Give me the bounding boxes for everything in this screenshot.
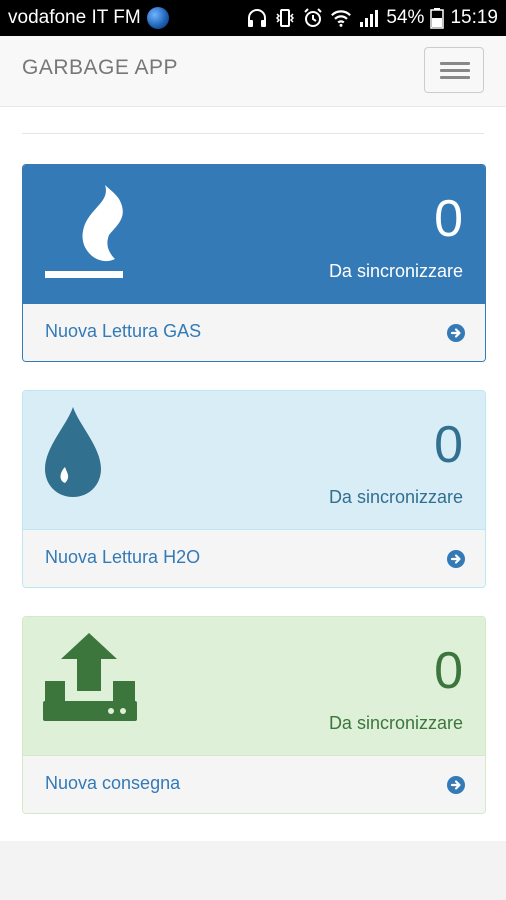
h2o-count: 0 [434, 416, 463, 474]
flame-icon [45, 185, 123, 278]
alarm-icon [304, 8, 323, 27]
arrow-circle-right-icon [447, 550, 465, 568]
gas-panel: 0 Da sincronizzare Nuova Lettura GAS [22, 164, 486, 362]
panel-heading: 0 Da sincronizzare [23, 391, 485, 529]
h2o-new-reading-link[interactable]: Nuova Lettura H2O [23, 529, 485, 587]
h2o-panel: 0 Da sincronizzare Nuova Lettura H2O [22, 390, 486, 588]
panel-heading: 0 Da sincronizzare [23, 617, 485, 755]
menu-toggle-button[interactable] [424, 47, 484, 93]
status-bar: vodafone IT FM 54% 15:19 [0, 0, 506, 36]
main-content: 0 Da sincronizzare Nuova Lettura GAS 0 D… [0, 107, 506, 841]
divider [22, 133, 484, 134]
arrow-circle-right-icon [447, 776, 465, 794]
gas-footer-label: Nuova Lettura GAS [45, 321, 202, 341]
page-bottom [0, 841, 506, 900]
app-brand[interactable]: GARBAGE APP [22, 56, 178, 80]
panel-heading: 0 Da sincronizzare [23, 165, 485, 303]
hamburger-icon [440, 62, 470, 65]
battery-percent: 54% [386, 7, 425, 28]
vibrate-icon [276, 9, 295, 27]
hamburger-bar [440, 76, 470, 79]
gas-count: 0 [434, 190, 463, 248]
wifi-icon [331, 10, 352, 27]
clock: 15:19 [450, 7, 498, 28]
h2o-count-label: Da sincronizzare [328, 487, 463, 507]
water-drop-icon [45, 407, 101, 497]
upload-icon [43, 633, 137, 721]
new-delivery-link[interactable]: Nuova consegna [23, 755, 485, 813]
hamburger-bar [440, 69, 470, 72]
carrier-label: vodafone IT FM [8, 7, 141, 28]
battery-icon [430, 8, 445, 29]
navbar: GARBAGE APP [0, 36, 506, 107]
delivery-count: 0 [434, 642, 463, 700]
h2o-footer-label: Nuova Lettura H2O [45, 547, 201, 567]
signal-icon [360, 10, 379, 27]
arrow-circle-right-icon [447, 324, 465, 342]
delivery-footer-label: Nuova consegna [45, 773, 181, 793]
globe-icon [146, 7, 169, 29]
headphones-icon [248, 9, 267, 27]
gas-new-reading-link[interactable]: Nuova Lettura GAS [23, 303, 485, 361]
delivery-count-label: Da sincronizzare [328, 713, 463, 733]
gas-count-label: Da sincronizzare [328, 261, 463, 281]
delivery-panel: 0 Da sincronizzare Nuova consegna [22, 616, 486, 814]
